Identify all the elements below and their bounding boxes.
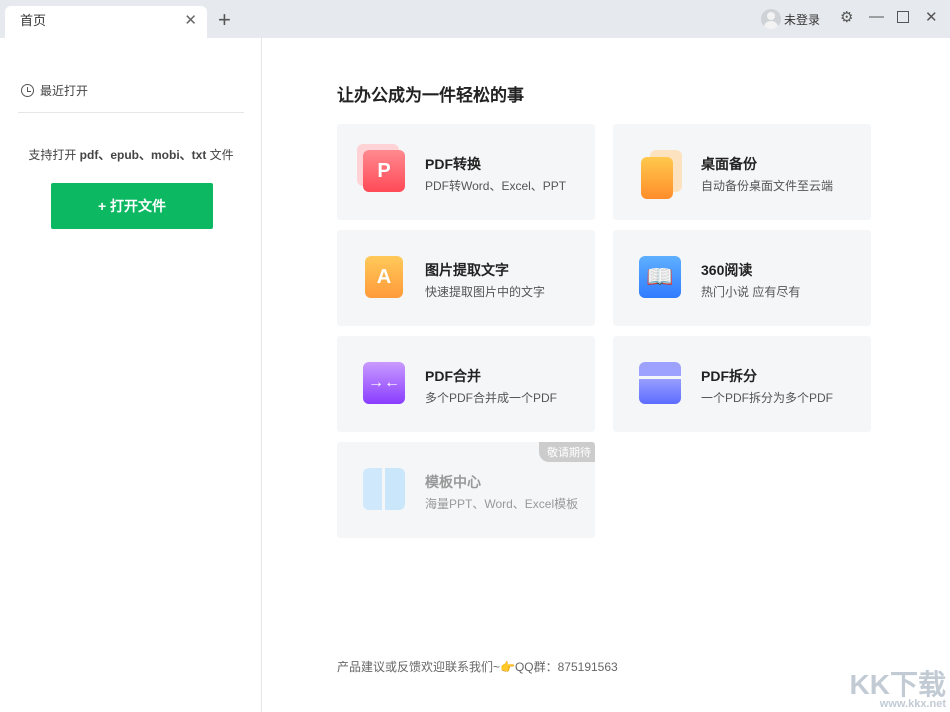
recent-label: 最近打开	[40, 82, 88, 99]
card-desktop-backup[interactable]: 桌面备份 自动备份桌面文件至云端	[613, 124, 871, 220]
card-subtitle: PDF转Word、Excel、PPT	[425, 177, 566, 194]
tab-label: 首页	[20, 13, 46, 28]
template-icon	[363, 468, 405, 510]
support-prefix: 支持打开	[28, 148, 79, 162]
card-title: 图片提取文字	[425, 260, 509, 280]
recent-files-link[interactable]: 最近打开	[21, 82, 88, 99]
book-icon: 📖	[639, 256, 681, 298]
sidebar: 最近打开 支持打开 pdf、epub、mobi、txt 文件 + 打开文件	[0, 38, 262, 712]
card-title: PDF转换	[425, 154, 481, 174]
support-suffix: 文件	[206, 148, 233, 162]
card-pdf-split[interactable]: PDF拆分 一个PDF拆分为多个PDF	[613, 336, 871, 432]
login-label: 未登录	[784, 11, 820, 28]
page-title: 让办公成为一件轻松的事	[337, 81, 524, 106]
watermark: KK下载www.kkx.net	[850, 671, 946, 710]
watermark-brand: KK下载	[850, 669, 946, 700]
card-image-ocr[interactable]: A 图片提取文字 快速提取图片中的文字	[337, 230, 595, 326]
supported-formats-text: 支持打开 pdf、epub、mobi、txt 文件	[0, 146, 262, 163]
pdf-convert-icon: P	[363, 150, 405, 192]
clock-icon	[21, 84, 34, 97]
card-pdf-convert[interactable]: P PDF转换 PDF转Word、Excel、PPT	[337, 124, 595, 220]
avatar	[761, 9, 781, 29]
card-subtitle: 快速提取图片中的文字	[425, 283, 545, 300]
maximize-button[interactable]	[897, 11, 909, 23]
open-file-button[interactable]: + 打开文件	[51, 183, 213, 229]
divider	[18, 112, 244, 113]
card-subtitle: 多个PDF合并成一个PDF	[425, 389, 557, 406]
feedback-text: 产品建议或反馈欢迎联系我们~👉QQ群：875191563	[337, 658, 618, 675]
card-360-reading[interactable]: 📖 360阅读 热门小说 应有尽有	[613, 230, 871, 326]
new-tab-button[interactable]: +	[218, 7, 231, 33]
card-title: 模板中心	[425, 472, 481, 492]
close-window-button[interactable]: ✕	[925, 8, 938, 26]
tab-home[interactable]: 首页 ✕	[5, 6, 207, 38]
minimize-button[interactable]: —	[869, 8, 884, 25]
card-pdf-merge[interactable]: →← PDF合并 多个PDF合并成一个PDF	[337, 336, 595, 432]
card-template-center: 敬请期待 模板中心 海量PPT、Word、Excel模板	[337, 442, 595, 538]
image-ocr-icon: A	[365, 256, 403, 298]
title-bar: 首页 ✕ + 未登录 ⚙ — ✕	[0, 0, 950, 38]
split-icon	[639, 362, 681, 404]
card-title: 桌面备份	[701, 154, 757, 174]
card-subtitle: 一个PDF拆分为多个PDF	[701, 389, 833, 406]
card-title: 360阅读	[701, 260, 752, 280]
watermark-url: www.kkx.net	[850, 699, 946, 710]
login-button[interactable]: 未登录	[761, 9, 820, 29]
desktop-backup-icon	[641, 157, 673, 199]
card-title: PDF拆分	[701, 366, 757, 386]
close-tab-icon[interactable]: ✕	[184, 6, 197, 36]
card-subtitle: 海量PPT、Word、Excel模板	[425, 495, 578, 512]
coming-soon-badge: 敬请期待	[539, 442, 595, 462]
card-subtitle: 热门小说 应有尽有	[701, 283, 800, 300]
card-title: PDF合并	[425, 366, 481, 386]
merge-icon: →←	[363, 362, 405, 404]
settings-gear-icon[interactable]: ⚙	[840, 8, 853, 26]
card-subtitle: 自动备份桌面文件至云端	[701, 177, 833, 194]
support-formats: pdf、epub、mobi、txt	[80, 148, 207, 162]
